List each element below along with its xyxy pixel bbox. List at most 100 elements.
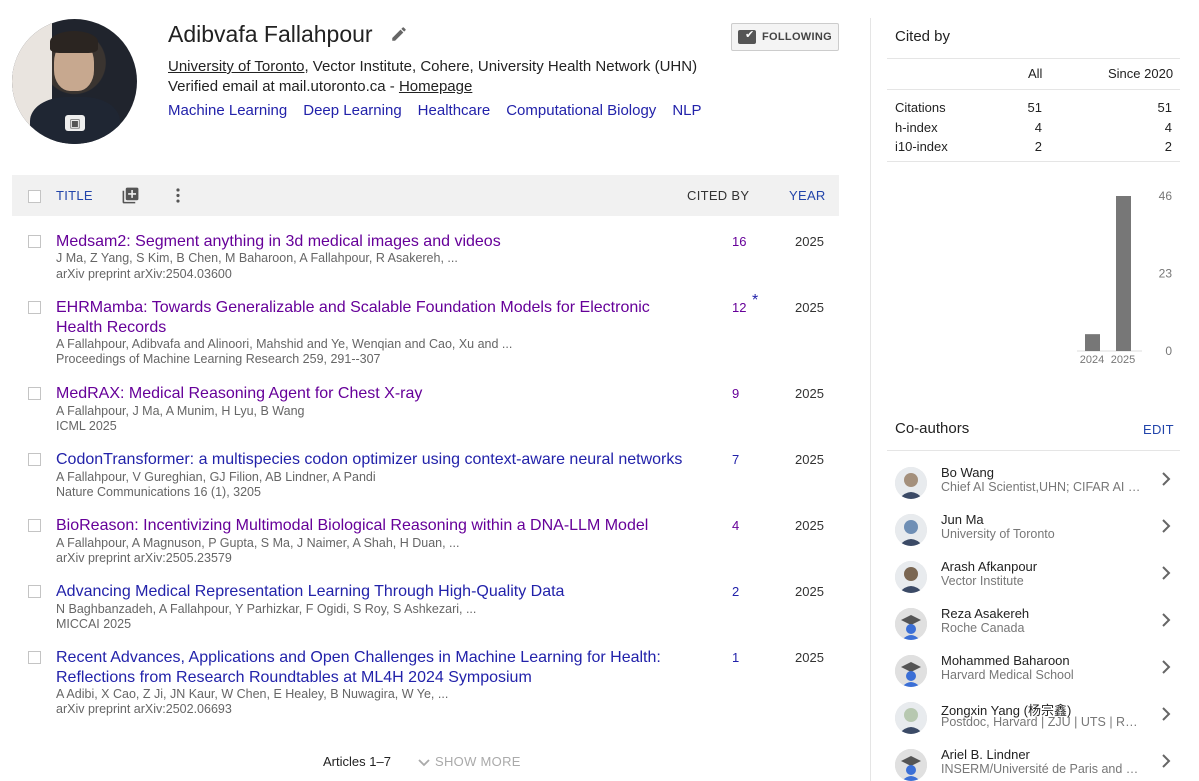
coauthor-affiliation: INSERM/Université de Paris and Learning … bbox=[941, 762, 1141, 776]
article-checkbox[interactable] bbox=[28, 301, 41, 314]
coauthor-name[interactable]: Reza Asakereh bbox=[941, 606, 1029, 621]
article-checkbox[interactable] bbox=[28, 519, 41, 532]
article-checkbox[interactable] bbox=[28, 585, 41, 598]
coauthor-name[interactable]: Jun Ma bbox=[941, 512, 984, 527]
coauthor-item[interactable]: Mohammed Baharoon Harvard Medical School bbox=[887, 653, 1180, 700]
sort-by-title[interactable]: TITLE bbox=[56, 188, 93, 203]
article-authors: A Adibi, X Cao, Z Ji, JN Kaur, W Chen, E… bbox=[56, 687, 449, 701]
sort-by-year[interactable]: YEAR bbox=[789, 188, 826, 203]
divider bbox=[887, 450, 1180, 451]
chevron-right-icon[interactable] bbox=[1160, 753, 1172, 769]
homepage-link[interactable]: Homepage bbox=[399, 78, 472, 95]
coauthor-item[interactable]: Jun Ma University of Toronto bbox=[887, 512, 1180, 559]
article-title[interactable]: CodonTransformer: a multispecies codon o… bbox=[56, 450, 696, 470]
coauthor-avatar bbox=[895, 467, 927, 499]
research-interests: Machine Learning Deep Learning Healthcar… bbox=[168, 102, 702, 119]
article-year: 2025 bbox=[795, 584, 824, 599]
metric-citations-all: 51 bbox=[1027, 100, 1042, 115]
coauthor-item[interactable]: Bo Wang Chief AI Scientist,UHN; CIFAR AI … bbox=[887, 465, 1180, 512]
coauthor-name[interactable]: Bo Wang bbox=[941, 465, 994, 480]
camera-icon[interactable]: ▣ bbox=[65, 115, 85, 131]
following-button[interactable]: FOLLOWING bbox=[731, 23, 839, 51]
article-title[interactable]: MedRAX: Medical Reasoning Agent for Ches… bbox=[56, 384, 656, 404]
article-venue: Proceedings of Machine Learning Research… bbox=[56, 352, 381, 366]
article-year: 2025 bbox=[795, 650, 824, 665]
article-venue: arXiv preprint arXiv:2504.03600 bbox=[56, 267, 232, 281]
article-cited-by[interactable]: 9 bbox=[732, 386, 739, 401]
coauthor-name[interactable]: Mohammed Baharoon bbox=[941, 653, 1070, 668]
chevron-right-icon[interactable] bbox=[1160, 565, 1172, 581]
article-authors: A Fallahpour, A Magnuson, P Gupta, S Ma,… bbox=[56, 536, 460, 550]
article-cited-by[interactable]: 2 bbox=[732, 584, 739, 599]
article-venue: MICCAI 2025 bbox=[56, 617, 132, 631]
article-checkbox[interactable] bbox=[28, 651, 41, 664]
profile-name: Adibvafa Fallahpour bbox=[168, 21, 373, 47]
coauthors-edit-button[interactable]: EDIT bbox=[1143, 422, 1174, 437]
coauthor-item[interactable]: Ariel B. Lindner INSERM/Université de Par… bbox=[887, 747, 1180, 781]
metric-citations-since: 51 bbox=[1157, 100, 1172, 115]
articles-count: Articles 1–7 bbox=[323, 754, 391, 769]
chevron-right-icon[interactable] bbox=[1160, 612, 1172, 628]
merged-citations-star[interactable]: * bbox=[752, 292, 758, 310]
chevron-right-icon[interactable] bbox=[1160, 659, 1172, 675]
graduation-cap-icon bbox=[895, 608, 927, 640]
article-cited-by[interactable]: 1 bbox=[732, 650, 739, 665]
add-article-icon[interactable] bbox=[121, 186, 140, 205]
col-since: Since 2020 bbox=[1108, 66, 1174, 81]
profile-affiliation: University of Toronto, Vector Institute,… bbox=[168, 58, 697, 75]
mail-check-icon bbox=[738, 28, 757, 44]
coauthor-name[interactable]: Arash Afkanpour bbox=[941, 559, 1037, 574]
chevron-down-icon bbox=[418, 758, 430, 766]
coauthor-item[interactable]: Reza Asakereh Roche Canada bbox=[887, 606, 1180, 653]
interest-link[interactable]: Deep Learning bbox=[303, 102, 401, 119]
show-more-button[interactable]: SHOW MORE bbox=[417, 754, 521, 769]
article-checkbox[interactable] bbox=[28, 387, 41, 400]
interest-link[interactable]: Healthcare bbox=[418, 102, 491, 119]
article-venue: arXiv preprint arXiv:2502.06693 bbox=[56, 702, 232, 716]
sidebar-divider bbox=[870, 18, 871, 781]
article-title[interactable]: Medsam2: Segment anything in 3d medical … bbox=[56, 232, 656, 252]
citations-bar-chart: 2024 2025 46 23 0 bbox=[1077, 189, 1173, 366]
metric-hindex-since: 4 bbox=[1164, 120, 1172, 135]
coauthor-affiliation: Postdoc, Harvard | ZJU | UTS | ReLER bbox=[941, 715, 1141, 729]
select-all-checkbox[interactable] bbox=[28, 190, 41, 203]
more-options-icon[interactable] bbox=[170, 186, 186, 205]
profile-photo[interactable]: ▣ bbox=[12, 19, 137, 144]
article-authors: J Ma, Z Yang, S Kim, B Chen, M Baharoon,… bbox=[56, 251, 458, 265]
article-venue: arXiv preprint arXiv:2505.23579 bbox=[56, 551, 232, 565]
article-cited-by[interactable]: 12 bbox=[732, 300, 746, 315]
coauthor-affiliation: Chief AI Scientist,UHN; CIFAR AI Chair,V… bbox=[941, 480, 1141, 494]
articles-footer: Articles 1–7 SHOW MORE bbox=[0, 752, 851, 772]
article-checkbox[interactable] bbox=[28, 453, 41, 466]
chevron-right-icon[interactable] bbox=[1160, 471, 1172, 487]
y-tick-label: 46 bbox=[1159, 189, 1173, 203]
divider bbox=[887, 161, 1180, 162]
coauthor-item[interactable]: Zongxin Yang (杨宗鑫) Postdoc, Harvard | ZJU… bbox=[887, 700, 1180, 747]
article-cited-by[interactable]: 4 bbox=[732, 518, 739, 533]
article-cited-by[interactable]: 7 bbox=[732, 452, 739, 467]
coauthor-item[interactable]: Arash Afkanpour Vector Institute bbox=[887, 559, 1180, 606]
article-title[interactable]: Recent Advances, Applications and Open C… bbox=[56, 648, 666, 688]
article-title[interactable]: Advancing Medical Representation Learnin… bbox=[56, 582, 656, 602]
article-checkbox[interactable] bbox=[28, 235, 41, 248]
affiliation-link[interactable]: University of Toronto bbox=[168, 58, 304, 75]
metric-i10-since: 2 bbox=[1164, 139, 1172, 154]
interest-link[interactable]: Machine Learning bbox=[168, 102, 287, 119]
coauthor-name[interactable]: Ariel B. Lindner bbox=[941, 747, 1030, 762]
cited-by-header[interactable]: CITED BY bbox=[687, 188, 749, 203]
metric-i10-all: 2 bbox=[1034, 139, 1042, 154]
affiliation-rest: , Vector Institute, Cohere, University H… bbox=[304, 58, 698, 75]
chevron-right-icon[interactable] bbox=[1160, 518, 1172, 534]
photo-hair bbox=[50, 31, 98, 53]
pencil-icon[interactable] bbox=[390, 25, 408, 43]
chevron-right-icon[interactable] bbox=[1160, 706, 1172, 722]
article-title[interactable]: BioReason: Incentivizing Multimodal Biol… bbox=[56, 516, 656, 536]
bar-2025[interactable] bbox=[1116, 196, 1131, 351]
article-title[interactable]: EHRMamba: Towards Generalizable and Scal… bbox=[56, 298, 656, 338]
article-authors: A Fallahpour, J Ma, A Munim, H Lyu, B Wa… bbox=[56, 404, 305, 418]
article-cited-by[interactable]: 16 bbox=[732, 234, 746, 249]
interest-link[interactable]: Computational Biology bbox=[506, 102, 656, 119]
interest-link[interactable]: NLP bbox=[672, 102, 701, 119]
graduation-cap-icon bbox=[895, 655, 927, 687]
bar-2024[interactable] bbox=[1085, 334, 1100, 351]
